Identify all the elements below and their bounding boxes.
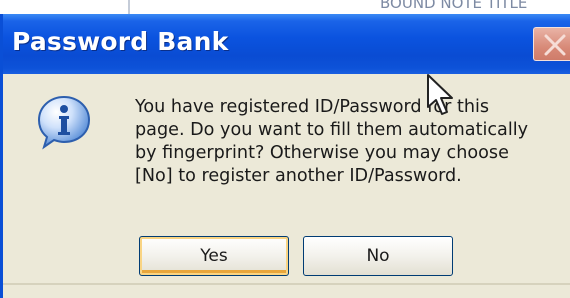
dialog-bottom-edge bbox=[3, 283, 570, 285]
close-button[interactable] bbox=[533, 27, 570, 61]
info-icon bbox=[37, 95, 91, 150]
close-icon bbox=[544, 34, 566, 56]
screenshot-stage: BOUND NOTE TITLE Password Bank You have … bbox=[0, 0, 570, 298]
dialog-title: Password Bank bbox=[12, 27, 229, 56]
dialog-titlebar[interactable]: Password Bank bbox=[3, 14, 570, 74]
background-page-text: BOUND NOTE TITLE bbox=[380, 0, 528, 12]
yes-button[interactable]: Yes bbox=[139, 236, 289, 276]
no-button[interactable]: No bbox=[303, 236, 453, 276]
background-divider bbox=[128, 0, 130, 14]
password-bank-dialog: Password Bank You have registered ID/Pas… bbox=[0, 14, 570, 298]
dialog-message: You have registered ID/Password for this… bbox=[135, 97, 529, 186]
mouse-cursor-icon bbox=[427, 74, 453, 115]
